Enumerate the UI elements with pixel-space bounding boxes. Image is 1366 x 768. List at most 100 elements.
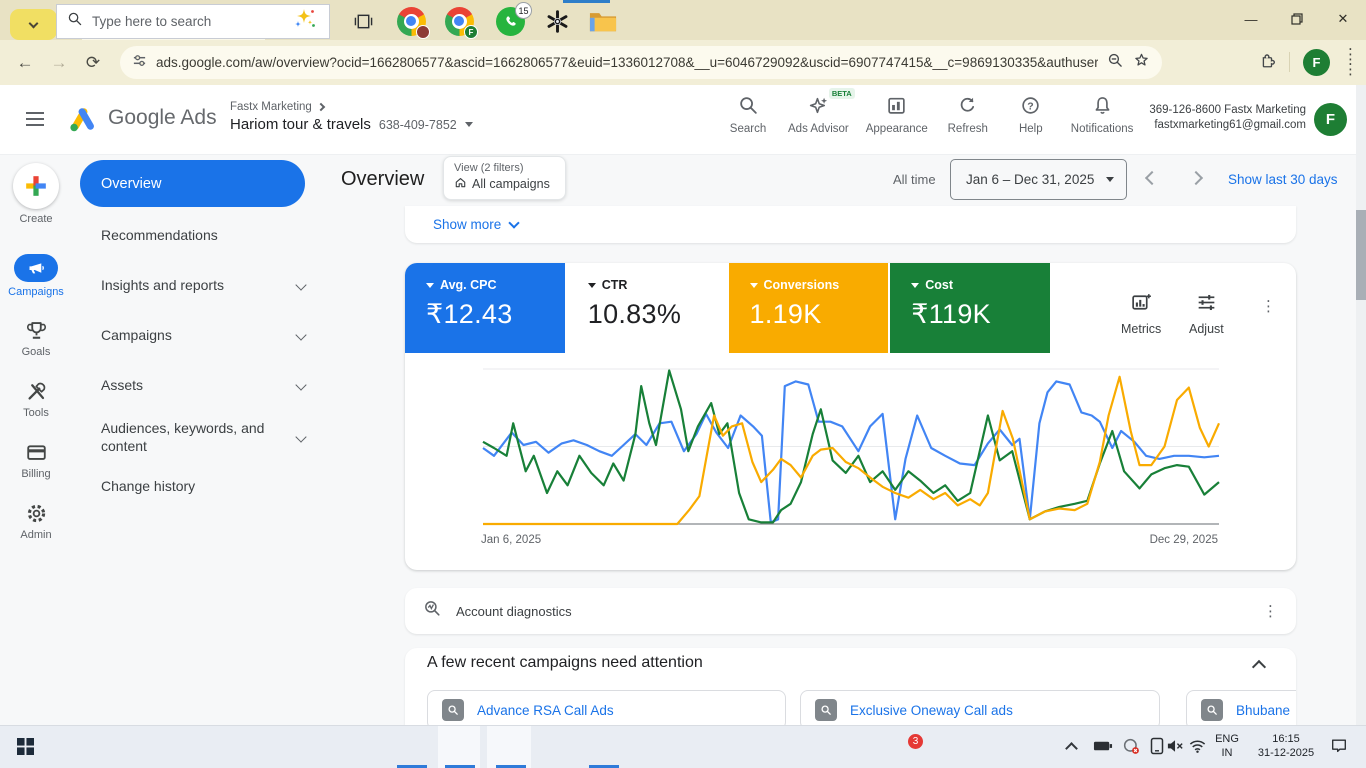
- rail-item-campaigns[interactable]: Campaigns: [0, 254, 72, 298]
- header-action-ads-advisor[interactable]: BETAAds Advisor: [788, 95, 849, 135]
- create-button[interactable]: [13, 163, 59, 209]
- performance-chart[interactable]: [481, 363, 1221, 534]
- window-restore-button[interactable]: [1274, 0, 1320, 38]
- nav-item-change-history[interactable]: Change history: [101, 476, 305, 496]
- tray-expand-icon[interactable]: [1058, 733, 1084, 759]
- chevron-down-icon[interactable]: [509, 217, 520, 228]
- date-range-picker[interactable]: Jan 6 – Dec 31, 2025: [950, 159, 1127, 200]
- window-minimize-button[interactable]: —: [1228, 0, 1274, 38]
- header-action-help[interactable]: ?Help: [1008, 95, 1054, 135]
- chrome-profile1-icon[interactable]: [396, 6, 426, 36]
- campaigns-attention-card: A few recent campaigns need attention Ad…: [405, 648, 1296, 725]
- metric-tile-cost[interactable]: Cost₹119K: [890, 263, 1052, 353]
- tools-icon: [25, 379, 48, 403]
- product-name: Google Ads: [108, 106, 217, 130]
- header-action-appearance[interactable]: Appearance: [866, 95, 928, 135]
- diagnostics-menu-icon[interactable]: ⋮: [1263, 604, 1278, 619]
- nav-item-recommendations[interactable]: Recommendations: [101, 225, 305, 245]
- nav-item-overview[interactable]: Overview: [80, 160, 305, 207]
- metric-tile-avg-cpc[interactable]: Avg. CPC₹12.43: [405, 263, 567, 353]
- metric-caret-icon[interactable]: [911, 283, 919, 288]
- browser-avatar[interactable]: F: [1303, 49, 1330, 76]
- account-switcher-caret-icon[interactable]: [465, 122, 473, 127]
- task-view-icon[interactable]: [348, 6, 378, 36]
- metric-caret-icon[interactable]: [426, 283, 434, 288]
- campaign-link[interactable]: Bhubane: [1236, 703, 1290, 718]
- bell-icon: [1092, 95, 1113, 121]
- window-close-button[interactable]: ✕: [1320, 0, 1366, 38]
- attention-title: A few recent campaigns need attention: [427, 654, 703, 672]
- metric-caret-icon[interactable]: [588, 283, 596, 288]
- chart-menu-icon[interactable]: ⋮: [1261, 299, 1276, 314]
- account-diagnostics-card[interactable]: Account diagnostics ⋮: [405, 588, 1296, 634]
- breadcrumb[interactable]: Fastx Marketing: [230, 101, 473, 113]
- chatgpt-icon[interactable]: [542, 6, 572, 36]
- whatsapp-icon[interactable]: 15: [495, 6, 525, 36]
- main-menu-icon[interactable]: [26, 112, 44, 126]
- browser-menu-icon[interactable]: ⋮⋮: [1343, 47, 1358, 77]
- address-bar[interactable]: ads.google.com/aw/overview?ocid=16628065…: [120, 46, 1162, 79]
- metric-caret-icon[interactable]: [750, 283, 758, 288]
- file-explorer-icon[interactable]: [588, 6, 618, 36]
- onedrive-error-icon[interactable]: [1118, 733, 1144, 759]
- forward-button[interactable]: →: [42, 53, 76, 73]
- search-icon: [738, 95, 759, 121]
- metrics-icon: [1130, 291, 1153, 319]
- url-text[interactable]: ads.google.com/aw/overview?ocid=16628065…: [156, 55, 1098, 70]
- battery-icon[interactable]: [1090, 733, 1116, 759]
- campaign-link[interactable]: Exclusive Oneway Call ads: [850, 703, 1013, 718]
- nav-item-campaigns[interactable]: Campaigns: [101, 325, 305, 345]
- windows-search-highlights-icon[interactable]: [289, 6, 319, 37]
- rail-item-goals[interactable]: Goals: [0, 318, 72, 358]
- rail-item-tools[interactable]: Tools: [0, 379, 72, 419]
- back-button[interactable]: ←: [8, 53, 42, 73]
- campaign-card-2[interactable]: Exclusive Oneway Call ads: [800, 690, 1160, 725]
- browser-profile-chip[interactable]: [10, 9, 57, 40]
- nav-item-assets[interactable]: Assets: [101, 375, 305, 395]
- refresh-icon: [957, 95, 978, 121]
- reload-button[interactable]: ⟳: [76, 53, 110, 73]
- metrics-button[interactable]: Metrics: [1121, 291, 1161, 336]
- account-name[interactable]: Hariom tour & travels: [230, 116, 371, 133]
- site-info-icon[interactable]: [132, 53, 147, 73]
- header-action-notifications[interactable]: Notifications: [1071, 95, 1134, 135]
- view-filter-scope: All campaigns: [472, 177, 550, 191]
- show-last-30-days-link[interactable]: Show last 30 days: [1228, 172, 1338, 187]
- language-indicator[interactable]: ENGIN: [1210, 732, 1244, 760]
- sparkle-icon: [808, 95, 829, 121]
- wifi-icon[interactable]: [1184, 733, 1210, 759]
- bookmark-star-icon[interactable]: [1133, 52, 1150, 74]
- account-number: 369-126-8600 Fastx Marketing: [1146, 103, 1306, 118]
- collapse-chevron-icon[interactable]: [1252, 660, 1266, 674]
- header-action-search[interactable]: Search: [725, 95, 771, 135]
- campaign-card-1[interactable]: Advance RSA Call Ads: [427, 690, 786, 725]
- rail-item-billing[interactable]: Billing: [0, 440, 72, 480]
- header-actions: Search BETAAds Advisor Appearance Refresh ?H…: [725, 95, 1133, 135]
- adjust-button[interactable]: Adjust: [1189, 291, 1224, 336]
- rail-item-admin[interactable]: Admin: [0, 501, 72, 541]
- summary-card-bottom: Show more: [405, 206, 1296, 243]
- page-scrollbar-thumb[interactable]: [1356, 210, 1366, 300]
- metric-tiles: Avg. CPC₹12.43CTR10.83%Conversions1.19KC…: [405, 263, 1052, 353]
- header-action-refresh[interactable]: Refresh: [945, 95, 991, 135]
- metric-tile-conversions[interactable]: Conversions1.19K: [729, 263, 891, 353]
- campaign-link[interactable]: Advance RSA Call Ads: [477, 703, 614, 718]
- nav-item-audiences-keywords-and-content[interactable]: Audiences, keywords, and content: [101, 417, 305, 457]
- trophy-icon: [25, 318, 48, 342]
- taskbar-search-box[interactable]: Type here to search: [56, 4, 330, 39]
- rail-item-create[interactable]: Create: [0, 163, 72, 225]
- campaign-card-3[interactable]: Bhubane: [1186, 690, 1296, 725]
- metric-tile-ctr[interactable]: CTR10.83%: [567, 263, 729, 353]
- user-avatar[interactable]: F: [1314, 103, 1347, 136]
- action-center-icon[interactable]: [1326, 733, 1352, 759]
- clock[interactable]: 16:15 31-12-2025: [1248, 732, 1324, 760]
- account-id: 638-409-7852: [379, 118, 457, 132]
- page-scrollbar-track[interactable]: [1356, 85, 1366, 725]
- chrome-profile2-icon[interactable]: F: [444, 6, 474, 36]
- show-more-link[interactable]: Show more: [433, 217, 501, 232]
- view-filter-chip[interactable]: View (2 filters) All campaigns: [443, 156, 566, 200]
- extensions-icon[interactable]: [1258, 51, 1276, 74]
- zoom-out-icon[interactable]: [1107, 52, 1124, 74]
- nav-item-insights-and-reports[interactable]: Insights and reports: [101, 275, 305, 295]
- start-button[interactable]: [10, 731, 40, 761]
